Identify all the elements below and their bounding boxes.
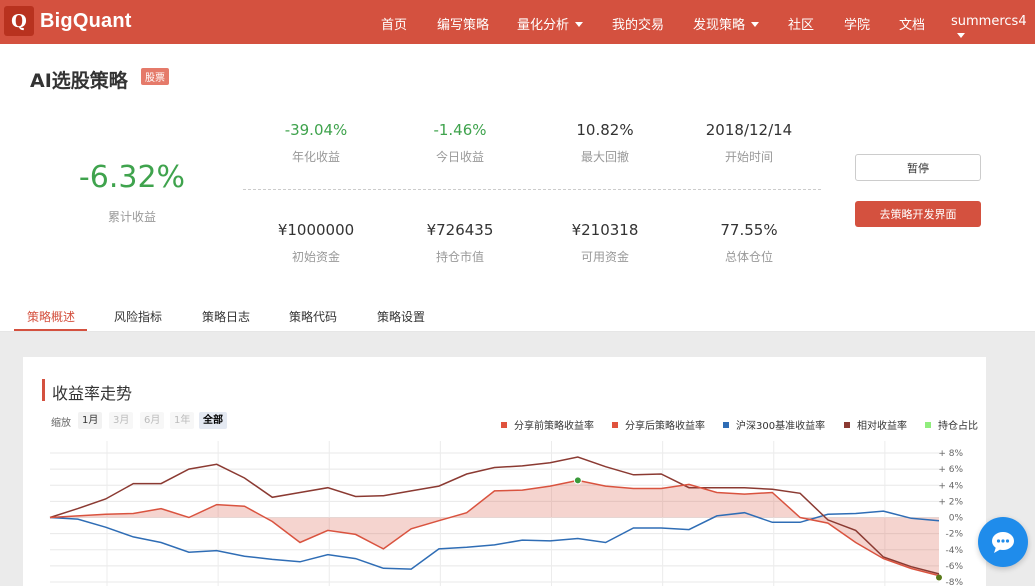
nav-item-label: 文档 [899,18,926,33]
chat-support-button[interactable] [978,517,1028,567]
metric-value: ¥210318 [571,221,639,239]
tab-2[interactable]: 策略日志 [202,308,250,325]
nav-item-1[interactable]: 编写策略 [437,14,489,33]
metric-label: 年化收益 [291,150,340,164]
highlight-point [573,476,582,485]
metric-value: ¥1000000 [277,221,355,239]
cumulative-return-label: 累计收益 [107,210,156,224]
metric-bottom-1: ¥726435 持仓市值 [400,221,520,265]
nav-item-label: 首页 [381,18,408,33]
nav-item-6[interactable]: 学院 [844,14,870,33]
top-navigation-bar: Q BigQuant 首页 编写策略 量化分析 我的交易 发现策略 社区 学院 文档 summe… [0,0,1035,44]
metric-top-2: 10.82% 最大回撤 [545,121,665,165]
metric-label: 最大回撤 [580,150,629,164]
y-tick-label-8: -8% [945,578,963,586]
nav-item-3[interactable]: 我的交易 [612,14,664,33]
end-point [936,574,942,581]
metric-label: 总体仓位 [724,250,773,264]
tab-1[interactable]: 风险指标 [114,308,162,325]
asset-type-badge: 股票 [141,68,169,85]
strategy-tabs: 策略概述 风险指标 策略日志 策略代码 策略设置 [0,300,1035,332]
nav-item-label: 量化分析 [517,18,570,33]
logo-q-icon: Q [4,6,34,36]
y-tick-label-1: + 6% [938,465,963,475]
y-tick-label-2: + 4% [938,481,963,491]
metric-label: 开始时间 [724,150,773,164]
tab-3[interactable]: 策略代码 [289,308,337,325]
nav-item-label: summercs4 [951,14,1027,29]
nav-item-4[interactable]: 发现策略 [693,14,760,33]
metrics-divider [243,189,821,190]
pause-button[interactable]: 暂停 [855,154,981,181]
page-title: AI选股策略 [30,70,128,92]
benchmark-line [49,510,940,570]
metric-label: 初始资金 [291,250,340,264]
cumulative-return-value: -6.32% [78,160,186,195]
chat-bubble-icon [992,532,1014,553]
nav-item-7[interactable]: 文档 [899,14,925,33]
metric-value: -39.04% [284,121,348,139]
active-tab-indicator [14,329,87,331]
metric-top-1: -1.46% 今日收益 [400,121,520,165]
metric-label: 可用资金 [580,250,629,264]
brand-logo[interactable]: Q BigQuant [4,6,132,36]
nav-item-label: 发现策略 [693,18,746,33]
nav-item-5[interactable]: 社区 [788,14,814,33]
tab-0[interactable]: 策略概述 [27,308,75,325]
y-tick-label-5: -2% [945,530,963,540]
metric-label: 今日收益 [435,150,484,164]
metric-value: 2018/12/14 [705,121,793,139]
y-tick-label-3: + 2% [938,497,963,507]
metric-value: ¥726435 [426,221,494,239]
metric-top-3: 2018/12/14 开始时间 [689,121,809,165]
chevron-down-icon [957,33,965,38]
nav-item-label: 社区 [788,18,815,33]
chevron-down-icon [751,22,760,27]
metric-bottom-0: ¥1000000 初始资金 [256,221,376,265]
metric-value: 77.55% [720,221,778,239]
y-tick-label-6: -4% [945,546,963,556]
y-tick-label-0: + 8% [938,449,963,459]
nav-item-label: 学院 [844,18,871,33]
metric-value: -1.46% [433,121,487,139]
metric-top-0: -39.04% 年化收益 [256,121,376,165]
go-to-dev-button[interactable]: 去策略开发界面 [855,201,981,227]
nav-item-0[interactable]: 首页 [381,14,407,33]
metric-label: 持仓市值 [435,250,484,264]
metric-bottom-3: 77.55% 总体仓位 [689,221,809,265]
strategy-summary-card: AI选股策略 股票 -6.32% 累计收益 -39.04% 年化收益 -1.46% 今… [0,44,1035,332]
metric-value: 10.82% [576,121,634,139]
y-tick-label-4: 0% [949,514,964,524]
nav-item-2[interactable]: 量化分析 [517,14,584,33]
return-trend-panel: 收益率走势 缩放 1月 3月 6月 1年 全部 分享前策略收益率 分享后策略收益率 沪深30… [23,357,986,586]
strategy-area [50,480,939,576]
y-tick-label-7: -6% [945,562,963,572]
nav-item-label: 我的交易 [612,18,665,33]
nav-item-label: 编写策略 [437,18,490,33]
chevron-down-icon [575,22,584,27]
nav-item-8[interactable]: summercs4 [951,14,1035,44]
return-chart[interactable]: + 8% + 6% + 4% + 2% 0% -2% -4% -6% -8% [23,357,986,586]
metric-bottom-2: ¥210318 可用资金 [545,221,665,265]
tab-4[interactable]: 策略设置 [377,308,425,325]
brand-name: BigQuant [40,9,132,32]
